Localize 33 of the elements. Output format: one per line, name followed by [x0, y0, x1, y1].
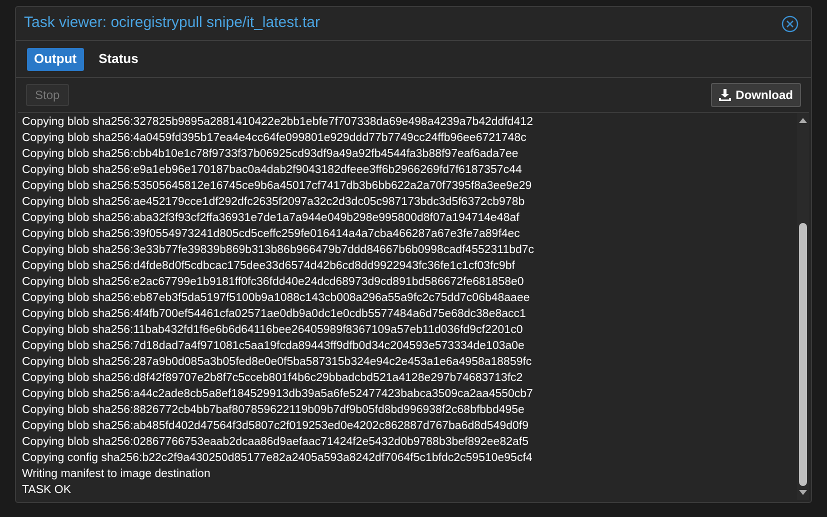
- log-line: Copying config sha256:b22c2f9a430250d85177e82a2405a593a8242df7064f5c1bfdc2c59510e95cf4: [22, 451, 534, 466]
- tab[interactable]: Status: [92, 48, 146, 70]
- log-line: Copying blob sha256:ab485fd402d47564f3d5807c2f019253ed0e4202c862887d767ba6d8d549d0f9: [22, 419, 530, 434]
- log-line: Copying blob sha256:eb87eb3f5da5197f5100b9a1088c143cb008a296a55a9fc2c75dd7c06b48aaee: [22, 291, 531, 306]
- log-line: Copying blob sha256:ae452179cce1df292dfc2635f2097a32c2d3dc05c987173bdc3d5f6372cb978b: [22, 195, 526, 210]
- log-line: Copying blob sha256:53505645812e16745ce9b6a45017cf7417db3b6bb622a2a70f7395f8a3ee9e29: [22, 179, 533, 194]
- log-line: Copying blob sha256:02867766753eaab2dcaa86d9aefaac71424f2e5432d0b9788b3bef892ee82af5: [22, 435, 530, 450]
- log-line: Copying blob sha256:cbb4b10e1c78f9733f37b06925cd93df9a49a92fb4544fa3b88f97eaf6ada7ee: [22, 147, 520, 162]
- download-icon: [718, 89, 731, 101]
- scrollbar-thumb[interactable]: [799, 223, 807, 486]
- log-line: TASK OK: [22, 483, 72, 498]
- log-line: Copying blob sha256:327825b9895a2881410422e2bb1ebfe7f707338da69e498a4239a7b42ddfd412: [22, 115, 534, 130]
- log-line: Copying blob sha256:d8f42f89707e2b8f7c5cceb801f4b6c29bbadcbd521a4128e297b74683713fc2: [22, 371, 524, 386]
- log-line: Copying blob sha256:4f4fb700ef54461cfa02571ae0db9a0dc1e0cdb5577484a6d75e68dc38e8acc1: [22, 307, 527, 322]
- close-icon[interactable]: [781, 14, 799, 32]
- log-line: Copying blob sha256:8826772cb4bb7baf807859622119b09b7df9b05fd8bd996938f2c68bfbbd495e: [22, 403, 526, 418]
- tab[interactable]: Output: [27, 48, 84, 70]
- log-line: Copying blob sha256:a44c2ade8cb5a8ef184529913db39a5a6fe52477423babca3509ca2aa4550cb7: [22, 387, 534, 402]
- log-line: Copying blob sha256:39f0554973241d805cd5ceffc259fe016414a4a7cba466287a67e3fe7a89f4ec: [22, 227, 521, 242]
- log-line: Copying blob sha256:3e33b77fe39839b869b313b86b966479b7ddd84667b6b0998cadf4552311bd7c: [22, 243, 536, 258]
- log-line: Copying blob sha256:aba32f3f93cf2ffa36931e7de1a7a944e049b298e995800d8f07a194714e48af: [22, 211, 520, 226]
- scroll-down-icon[interactable]: [799, 490, 807, 496]
- log-line: Copying blob sha256:287a9b0d085a3b05fed8e0e0f5ba587315b324e94c2e453a1e6a4958a18859fc: [22, 355, 533, 370]
- log-line: Copying blob sha256:4a0459fd395b17ea4e4cc64fe099801e929ddd77b7749cc24ffb96ee6721748c: [22, 131, 528, 146]
- window-title: Task viewer: ociregistrypull snipe/it_latest.tar: [24, 13, 320, 34]
- log-line: Copying blob sha256:d4fde8d0f5cdbcac175dee33d6574d42b6cd8dd9922943fc36fe1c1cf03fc9bf: [22, 259, 516, 274]
- log-line: Copying blob sha256:e2ac67799e1b9181ff0fc36fdd40e24dcd68973d9cd891bd586672fe681858e0: [22, 275, 525, 290]
- log-line: Copying blob sha256:11bab432fd1f6e6b6d64116bee26405989f8367109a57eb11d036fd9cf2201c0: [22, 323, 524, 338]
- log-line: Copying blob sha256:7d18dad7a4f971081c5aa19fcda89443ff9dfb0d34c204593e573334de103a0e: [22, 339, 526, 354]
- log-line: Copying blob sha256:e9a1eb96e170187bac0a4dab2f9043182dfeee3ff6b2966269fd7f6187357c44: [22, 163, 523, 178]
- scroll-up-icon[interactable]: [799, 117, 807, 123]
- log-line: Writing manifest to image destination: [22, 467, 212, 482]
- download-button[interactable]: Download: [710, 83, 801, 107]
